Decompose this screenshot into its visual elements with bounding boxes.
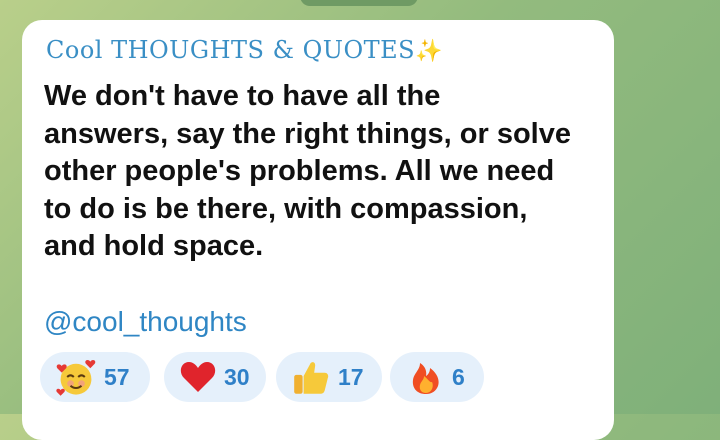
- reaction-count: 6: [452, 363, 465, 390]
- fire-icon: [412, 363, 439, 394]
- red-heart-icon: [180, 362, 216, 392]
- floating-date-pill: [300, 0, 418, 6]
- channel-title-text: Cool THOUGHTS & QUOTES: [46, 36, 416, 64]
- reaction-count: 30: [224, 363, 250, 390]
- reaction-thumbs-up[interactable]: 17: [276, 352, 382, 402]
- reaction-fire[interactable]: 6: [390, 352, 484, 402]
- sparkles-icon: ✨: [415, 39, 444, 64]
- reaction-count: 57: [104, 363, 130, 390]
- smiling-face-with-hearts-icon: [56, 359, 96, 396]
- reaction-count: 17: [338, 363, 364, 390]
- reaction-smiling-hearts[interactable]: 57: [40, 352, 150, 402]
- channel-mention-link[interactable]: @cool_thoughts: [44, 306, 247, 338]
- channel-title[interactable]: Cool THOUGHTS & QUOTES✨: [46, 36, 443, 64]
- message-bubble: Cool THOUGHTS & QUOTES✨ We don't have to…: [22, 20, 614, 440]
- thumbs-up-icon: [294, 362, 329, 394]
- message-text: We don't have to have all the answers, s…: [44, 80, 571, 262]
- reaction-red-heart[interactable]: 30: [164, 352, 266, 402]
